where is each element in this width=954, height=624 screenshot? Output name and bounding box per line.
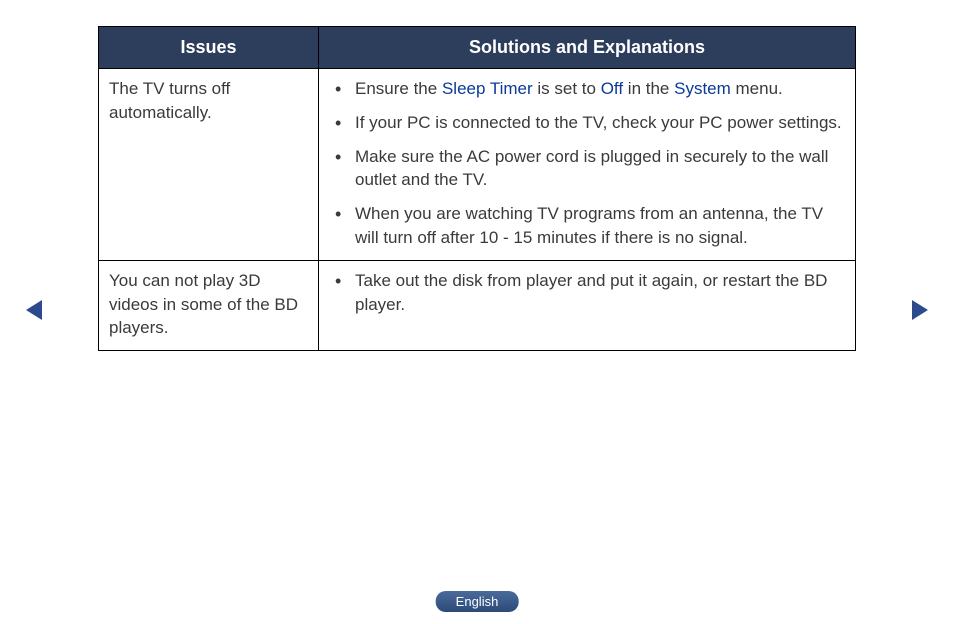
column-header-solutions: Solutions and Explanations: [319, 27, 856, 69]
issue-cell: The TV turns off automatically.: [99, 69, 319, 261]
issue-cell: You can not play 3D videos in some of th…: [99, 260, 319, 350]
table-row: The TV turns off automatically. Ensure t…: [99, 69, 856, 261]
solution-list: Ensure the Sleep Timer is set to Off in …: [329, 77, 845, 250]
menu-link-off: Off: [601, 79, 623, 98]
solution-cell: Take out the disk from player and put it…: [319, 260, 856, 350]
language-badge: English: [436, 591, 519, 612]
previous-page-button[interactable]: [24, 298, 44, 322]
solution-cell: Ensure the Sleep Timer is set to Off in …: [319, 69, 856, 261]
arrow-left-icon: [24, 298, 44, 322]
column-header-issues: Issues: [99, 27, 319, 69]
list-item: Make sure the AC power cord is plugged i…: [329, 145, 845, 193]
troubleshooting-table: Issues Solutions and Explanations The TV…: [98, 26, 856, 351]
list-item: If your PC is connected to the TV, check…: [329, 111, 845, 135]
menu-link-sleep-timer: Sleep Timer: [442, 79, 533, 98]
next-page-button[interactable]: [910, 298, 930, 322]
list-item: Ensure the Sleep Timer is set to Off in …: [329, 77, 845, 101]
solution-list: Take out the disk from player and put it…: [329, 269, 845, 317]
list-item: Take out the disk from player and put it…: [329, 269, 845, 317]
table-row: You can not play 3D videos in some of th…: [99, 260, 856, 350]
arrow-right-icon: [910, 298, 930, 322]
menu-link-system: System: [674, 79, 731, 98]
manual-page: Issues Solutions and Explanations The TV…: [0, 0, 954, 624]
list-item: When you are watching TV programs from a…: [329, 202, 845, 250]
